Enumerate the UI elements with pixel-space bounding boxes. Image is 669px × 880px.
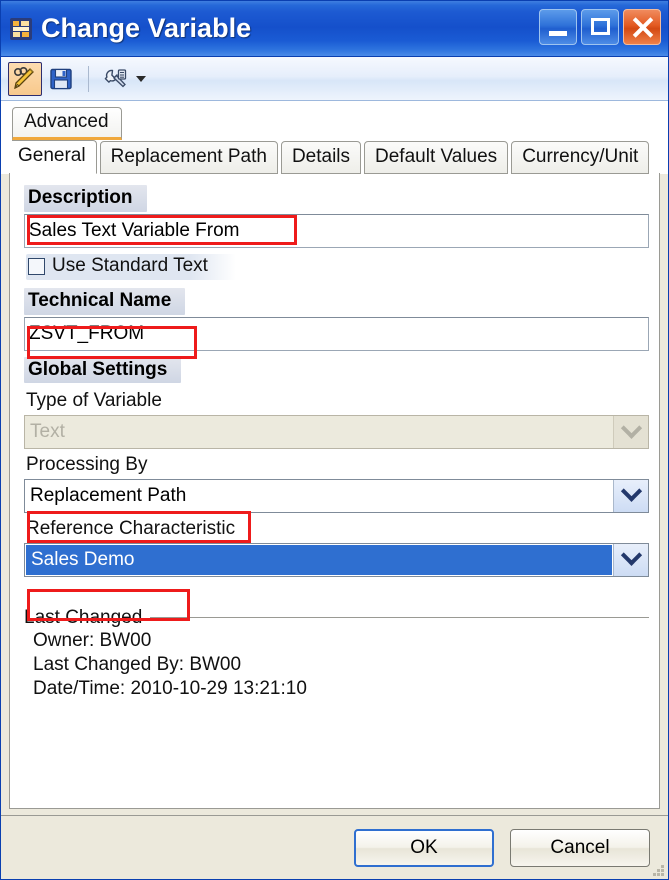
reference-characteristic-label: Reference Characteristic — [26, 517, 236, 539]
chevron-down-icon — [613, 416, 648, 449]
general-tab-panel: Description Use Standard Text Technical … — [9, 173, 660, 809]
last-changed-group: Last Changed Owner: BW00 Last Changed By… — [24, 607, 649, 702]
tools-button[interactable] — [99, 62, 146, 96]
tab-advanced[interactable]: Advanced — [12, 107, 122, 140]
last-changed-heading-row: Last Changed — [24, 607, 649, 629]
resize-grip[interactable] — [650, 862, 664, 876]
date-time-text: Date/Time: 2010-10-29 13:21:10 — [33, 678, 307, 700]
processing-by-value: Replacement Path — [30, 484, 187, 506]
window-controls — [539, 9, 661, 45]
use-standard-text-checkbox[interactable] — [28, 258, 45, 276]
toolbar-separator — [88, 65, 89, 92]
tab-general[interactable]: General — [12, 139, 97, 175]
variable-grid-icon — [10, 17, 32, 40]
type-of-variable-value: Text — [30, 421, 65, 443]
use-standard-text-checkbox-row[interactable]: Use Standard Text — [26, 254, 236, 280]
processing-by-combo[interactable]: Replacement Path — [24, 478, 649, 513]
toolbar — [1, 57, 668, 101]
dialog-footer: OK Cancel — [1, 815, 668, 879]
last-changed-heading: Last Changed — [24, 606, 143, 628]
window-title: Change Variable — [41, 13, 252, 43]
title-bar: Change Variable — [1, 1, 668, 57]
minimize-button[interactable] — [539, 9, 577, 45]
global-settings-section-heading: Global Settings — [24, 356, 182, 384]
technical-name-field-row — [24, 316, 649, 351]
type-of-variable-combo: Text — [24, 415, 649, 450]
wrench-tools-icon — [104, 68, 127, 87]
close-button[interactable] — [623, 9, 661, 45]
ok-button[interactable]: OK — [354, 828, 494, 867]
chevron-down-icon[interactable] — [136, 75, 146, 82]
maximize-button[interactable] — [581, 9, 619, 45]
chevron-down-icon[interactable] — [613, 479, 648, 512]
reference-characteristic-combo[interactable]: Sales Demo — [24, 542, 649, 577]
tab-default-values[interactable]: Default Values — [364, 140, 509, 175]
tab-row-lower: General Replacement Path Details Default… — [12, 139, 668, 175]
description-section-heading: Description — [24, 185, 147, 213]
last-changed-by-text: Last Changed By: BW00 — [33, 654, 242, 676]
group-divider — [150, 617, 649, 619]
chevron-down-icon[interactable] — [613, 543, 648, 576]
tab-bar: Advanced General Replacement Path Detail… — [1, 101, 668, 175]
technical-name-section-heading: Technical Name — [24, 287, 186, 315]
edit-button[interactable] — [8, 61, 42, 96]
cancel-button[interactable]: Cancel — [510, 828, 650, 867]
tab-replacement-path[interactable]: Replacement Path — [99, 140, 278, 175]
pencil-edit-icon — [13, 66, 34, 89]
description-field-row — [24, 214, 649, 249]
use-standard-text-label: Use Standard Text — [52, 255, 208, 277]
tab-row-upper: Advanced — [12, 107, 668, 140]
type-of-variable-label: Type of Variable — [26, 390, 162, 412]
save-button[interactable] — [44, 62, 78, 96]
technical-name-input[interactable] — [24, 316, 649, 351]
tab-details[interactable]: Details — [280, 140, 362, 175]
processing-by-label: Processing By — [26, 454, 148, 476]
tab-currency-unit[interactable]: Currency/Unit — [511, 140, 650, 175]
description-input[interactable] — [24, 214, 649, 249]
owner-text: Owner: BW00 — [33, 629, 152, 651]
change-variable-dialog: Change Variable Advanced General Replace… — [0, 0, 669, 880]
floppy-save-icon — [50, 68, 72, 89]
reference-characteristic-value: Sales Demo — [26, 544, 612, 575]
